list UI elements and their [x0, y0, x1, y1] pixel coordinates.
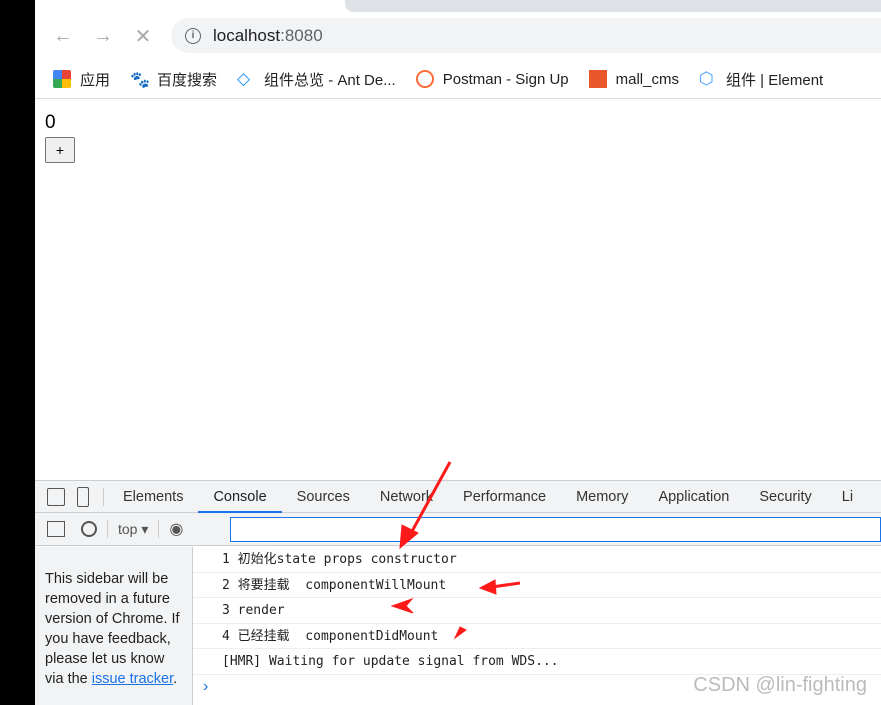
- apps-grid-icon: [53, 70, 71, 88]
- device-toolbar-icon[interactable]: [77, 486, 89, 507]
- info-icon[interactable]: i: [185, 27, 201, 44]
- inspect-element-icon[interactable]: [47, 487, 65, 506]
- console-message: [HMR] Waiting for update signal from WDS…: [193, 649, 881, 675]
- clear-console-icon[interactable]: [81, 521, 97, 537]
- console-sidebar: This sidebar will be removed in a future…: [35, 547, 193, 705]
- console-message: 1 初始化state props constructor: [193, 547, 881, 573]
- console-filter-input[interactable]: [230, 517, 881, 542]
- mall-cms-icon: [588, 70, 607, 88]
- bookmark-baidu[interactable]: 🐾 百度搜索: [130, 69, 217, 90]
- issue-tracker-link[interactable]: issue tracker: [92, 671, 173, 687]
- tab-sources[interactable]: Sources: [282, 481, 365, 513]
- context-select[interactable]: top ▾: [118, 521, 148, 538]
- live-expression-eye-icon[interactable]: ◉: [169, 519, 183, 539]
- bookmark-postman[interactable]: Postman - Sign Up: [415, 70, 569, 88]
- url-port: :8080: [280, 25, 323, 45]
- url-host: localhost: [213, 25, 281, 45]
- left-black-bar: [0, 0, 35, 705]
- tab-network[interactable]: Network: [365, 481, 448, 513]
- tab-lighthouse[interactable]: Li: [827, 481, 868, 513]
- console-message: 2 将要挂载 componentWillMount: [193, 573, 881, 598]
- tab-memory[interactable]: Memory: [561, 481, 643, 513]
- forward-icon[interactable]: →: [83, 25, 123, 48]
- page-content: 0 +: [45, 112, 75, 163]
- address-bar[interactable]: i localhost:8080: [171, 18, 881, 53]
- element-icon: ⬡: [698, 69, 714, 88]
- console-message: 3 render: [193, 598, 881, 624]
- bookmarks-bar: 应用 🐾 百度搜索 ◇ 组件总览 - Ant De... Postman - Sig…: [35, 60, 881, 99]
- bookmark-apps[interactable]: 应用: [53, 69, 110, 90]
- increment-button[interactable]: +: [45, 137, 75, 163]
- devtools-tabs: Elements Console Sources Network Perform…: [35, 481, 881, 513]
- browser-window: ← → ✕ i localhost:8080 应用 🐾 百度搜索 ◇ 组件总览 - …: [35, 0, 881, 705]
- tab-application[interactable]: Application: [643, 481, 744, 513]
- baidu-icon: 🐾: [130, 72, 150, 89]
- stop-icon[interactable]: ✕: [123, 24, 163, 49]
- counter-value: 0: [45, 112, 56, 133]
- devtools-panel: Elements Console Sources Network Perform…: [35, 480, 881, 705]
- tab-console[interactable]: Console: [198, 481, 282, 513]
- postman-icon: [415, 70, 434, 88]
- tab-elements[interactable]: Elements: [108, 481, 198, 513]
- bookmark-element[interactable]: ⬡ 组件 | Element: [699, 69, 823, 90]
- watermark: CSDN @lin-fighting: [693, 674, 867, 696]
- bookmark-mall-cms[interactable]: mall_cms: [588, 70, 679, 88]
- console-message: 4 已经挂载 componentDidMount: [193, 624, 881, 649]
- tab-security[interactable]: Security: [744, 481, 826, 513]
- tab-performance[interactable]: Performance: [448, 481, 561, 513]
- ant-design-icon: ◇: [237, 69, 251, 88]
- back-icon[interactable]: ←: [43, 25, 83, 48]
- browser-toolbar: ← → ✕ i localhost:8080: [35, 12, 881, 60]
- bookmark-ant-design[interactable]: ◇ 组件总览 - Ant De...: [237, 69, 396, 90]
- sidebar-toggle-icon[interactable]: [47, 521, 65, 537]
- tab-strip: [35, 0, 881, 12]
